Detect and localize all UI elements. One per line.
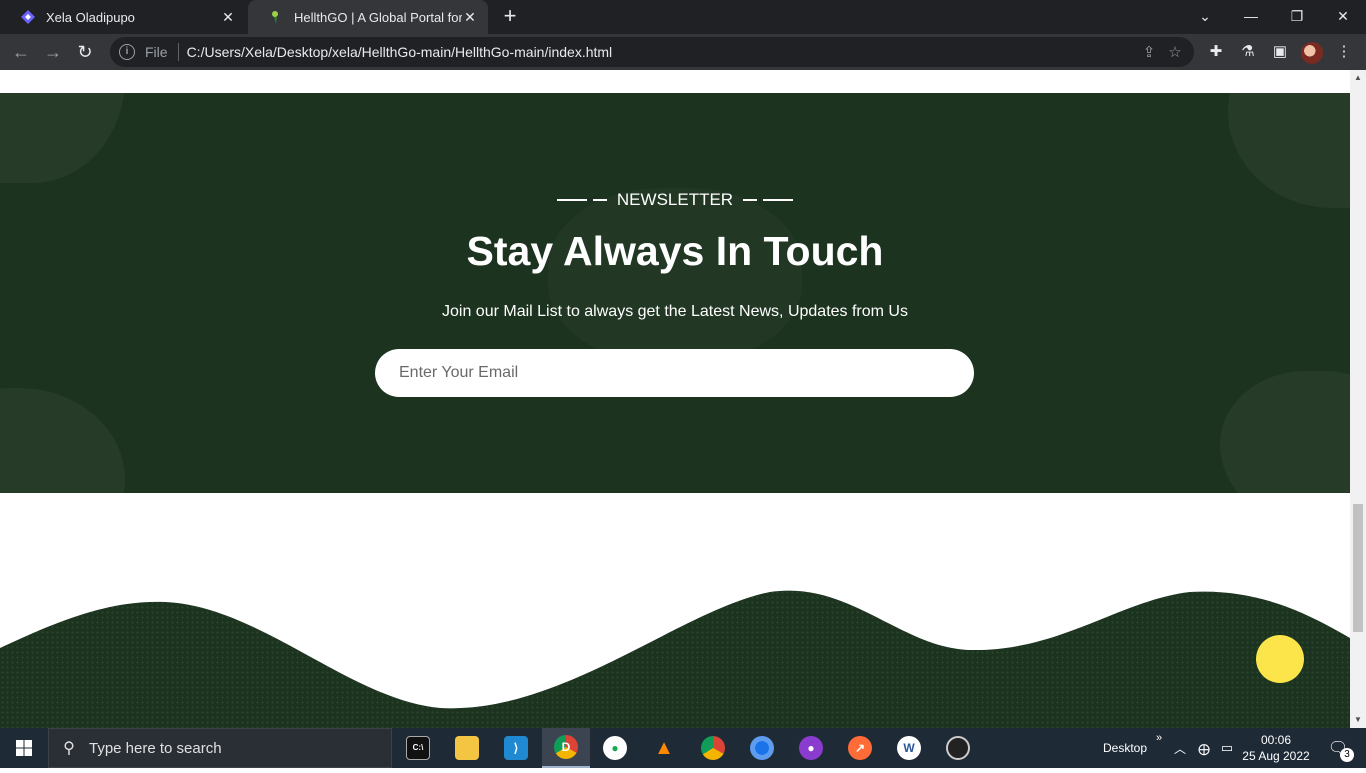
decor-blob	[1220, 371, 1350, 493]
newsletter-eyebrow: NEWSLETTER	[0, 190, 1350, 210]
share-icon[interactable]: ⇪	[1136, 43, 1162, 61]
scroll-down-arrow-icon[interactable]: ▼	[1350, 712, 1366, 728]
chrome-dev-icon[interactable]: D	[542, 728, 590, 768]
hellthgo-favicon-icon	[268, 9, 284, 25]
network-globe-icon[interactable]: 🜨	[1193, 728, 1215, 768]
tab-title: Xela Oladipupo	[46, 9, 135, 25]
scrollbar-thumb[interactable]	[1353, 504, 1363, 632]
newsletter-section: NEWSLETTER Stay Always In Touch Join our…	[0, 93, 1350, 493]
tab-xela-oladipupo[interactable]: Xela Oladipupo ✕	[0, 0, 246, 34]
profile-avatar[interactable]	[1301, 42, 1323, 64]
scroll-up-arrow-icon[interactable]: ▲	[1350, 70, 1366, 86]
dash-decoration	[556, 199, 607, 201]
terminal-icon[interactable]: C:\	[394, 728, 442, 768]
vscode-icon[interactable]: ⟩	[492, 728, 540, 768]
address-bar[interactable]: i File C:/Users/Xela/Desktop/xela/Hellth…	[110, 37, 1194, 67]
newsletter-headline: Stay Always In Touch	[466, 228, 884, 274]
tab-strip: Xela Oladipupo ✕ HellthGO | A Global Por…	[0, 0, 1366, 34]
search-placeholder: Type here to search	[89, 739, 222, 757]
decor-blob	[548, 188, 802, 363]
floating-action-button[interactable]	[1256, 635, 1304, 683]
taskbar-search-box[interactable]: ⚲ Type here to search	[48, 728, 392, 768]
divider	[177, 43, 179, 61]
site-info-icon[interactable]: i	[119, 44, 135, 60]
decor-blob	[0, 93, 125, 183]
clock-time: 00:06	[1260, 733, 1292, 747]
firefox-icon[interactable]	[738, 728, 786, 768]
new-tab-button[interactable]: +	[498, 4, 522, 28]
email-input[interactable]	[375, 349, 974, 397]
tab-search-chevron-icon[interactable]: ⌄	[1182, 0, 1228, 34]
desktop-toolbar-label[interactable]: Desktop	[1096, 728, 1154, 768]
restore-button[interactable]: ❐	[1274, 0, 1320, 34]
search-icon: ⚲	[63, 740, 75, 757]
clock-date: 25 Aug 2022	[1242, 749, 1310, 763]
obs-icon[interactable]	[934, 728, 982, 768]
page-scrollbar[interactable]: ▲ ▼	[1350, 70, 1366, 728]
decor-blob	[0, 388, 125, 493]
clock[interactable]: 00:06 25 Aug 2022	[1240, 728, 1312, 768]
word-icon[interactable]: W	[885, 728, 933, 768]
newsletter-subline: Join our Mail List to always get the Lat…	[442, 303, 908, 320]
bookmark-star-icon[interactable]: ☆	[1162, 43, 1188, 61]
reload-button[interactable]: ↻	[72, 39, 98, 65]
dash-decoration	[743, 199, 794, 201]
battery-icon[interactable]: ▭	[1216, 728, 1238, 768]
windows-taskbar: ⚲ Type here to search C:\ ⟩ D ● ▲ ● ↗ W …	[0, 728, 1366, 768]
toolbar-expand-icon[interactable]: »	[1152, 728, 1166, 768]
labs-flask-icon[interactable]: ⚗	[1236, 40, 1260, 64]
close-tab-icon[interactable]: ✕	[462, 9, 478, 26]
chrome-icon[interactable]	[689, 728, 737, 768]
notification-count-badge: 3	[1340, 748, 1354, 762]
forward-button[interactable]: →	[40, 39, 66, 65]
vlc-icon[interactable]: ▲	[640, 728, 688, 768]
minimize-button[interactable]: —	[1228, 0, 1274, 34]
footer-wave	[0, 590, 1350, 728]
tray-overflow-chevron-icon[interactable]: ︿	[1170, 728, 1190, 768]
url-text[interactable]: C:/Users/Xela/Desktop/xela/HellthGo-main…	[187, 44, 1136, 60]
mongodb-icon[interactable]: ●	[591, 728, 639, 768]
page-viewport: NEWSLETTER Stay Always In Touch Join our…	[0, 70, 1350, 728]
file-explorer-icon[interactable]	[443, 728, 491, 768]
menu-kebab-icon[interactable]: ⋮	[1332, 40, 1356, 64]
github-desktop-icon[interactable]: ●	[787, 728, 835, 768]
back-button[interactable]: ←	[8, 39, 34, 65]
tab-title: HellthGO | A Global Portal for Ge	[294, 9, 462, 25]
notification-center-icon[interactable]: 🗨 3	[1318, 728, 1358, 768]
eyebrow-label: NEWSLETTER	[616, 190, 734, 209]
close-tab-icon[interactable]: ✕	[220, 9, 236, 26]
tab-hellthgo[interactable]: HellthGO | A Global Portal for Ge ✕	[248, 0, 488, 34]
postman-icon[interactable]: ↗	[836, 728, 884, 768]
extensions-puzzle-icon[interactable]: ✚	[1204, 40, 1228, 64]
windows-logo-icon	[16, 740, 32, 756]
close-window-button[interactable]: ✕	[1320, 0, 1366, 34]
file-scheme-label: File	[145, 44, 168, 60]
site-favicon-icon	[20, 9, 36, 25]
side-panel-icon[interactable]: ▣	[1268, 40, 1292, 64]
start-button[interactable]	[0, 728, 48, 768]
browser-toolbar: ← → ↻ i File C:/Users/Xela/Desktop/xela/…	[0, 34, 1366, 70]
